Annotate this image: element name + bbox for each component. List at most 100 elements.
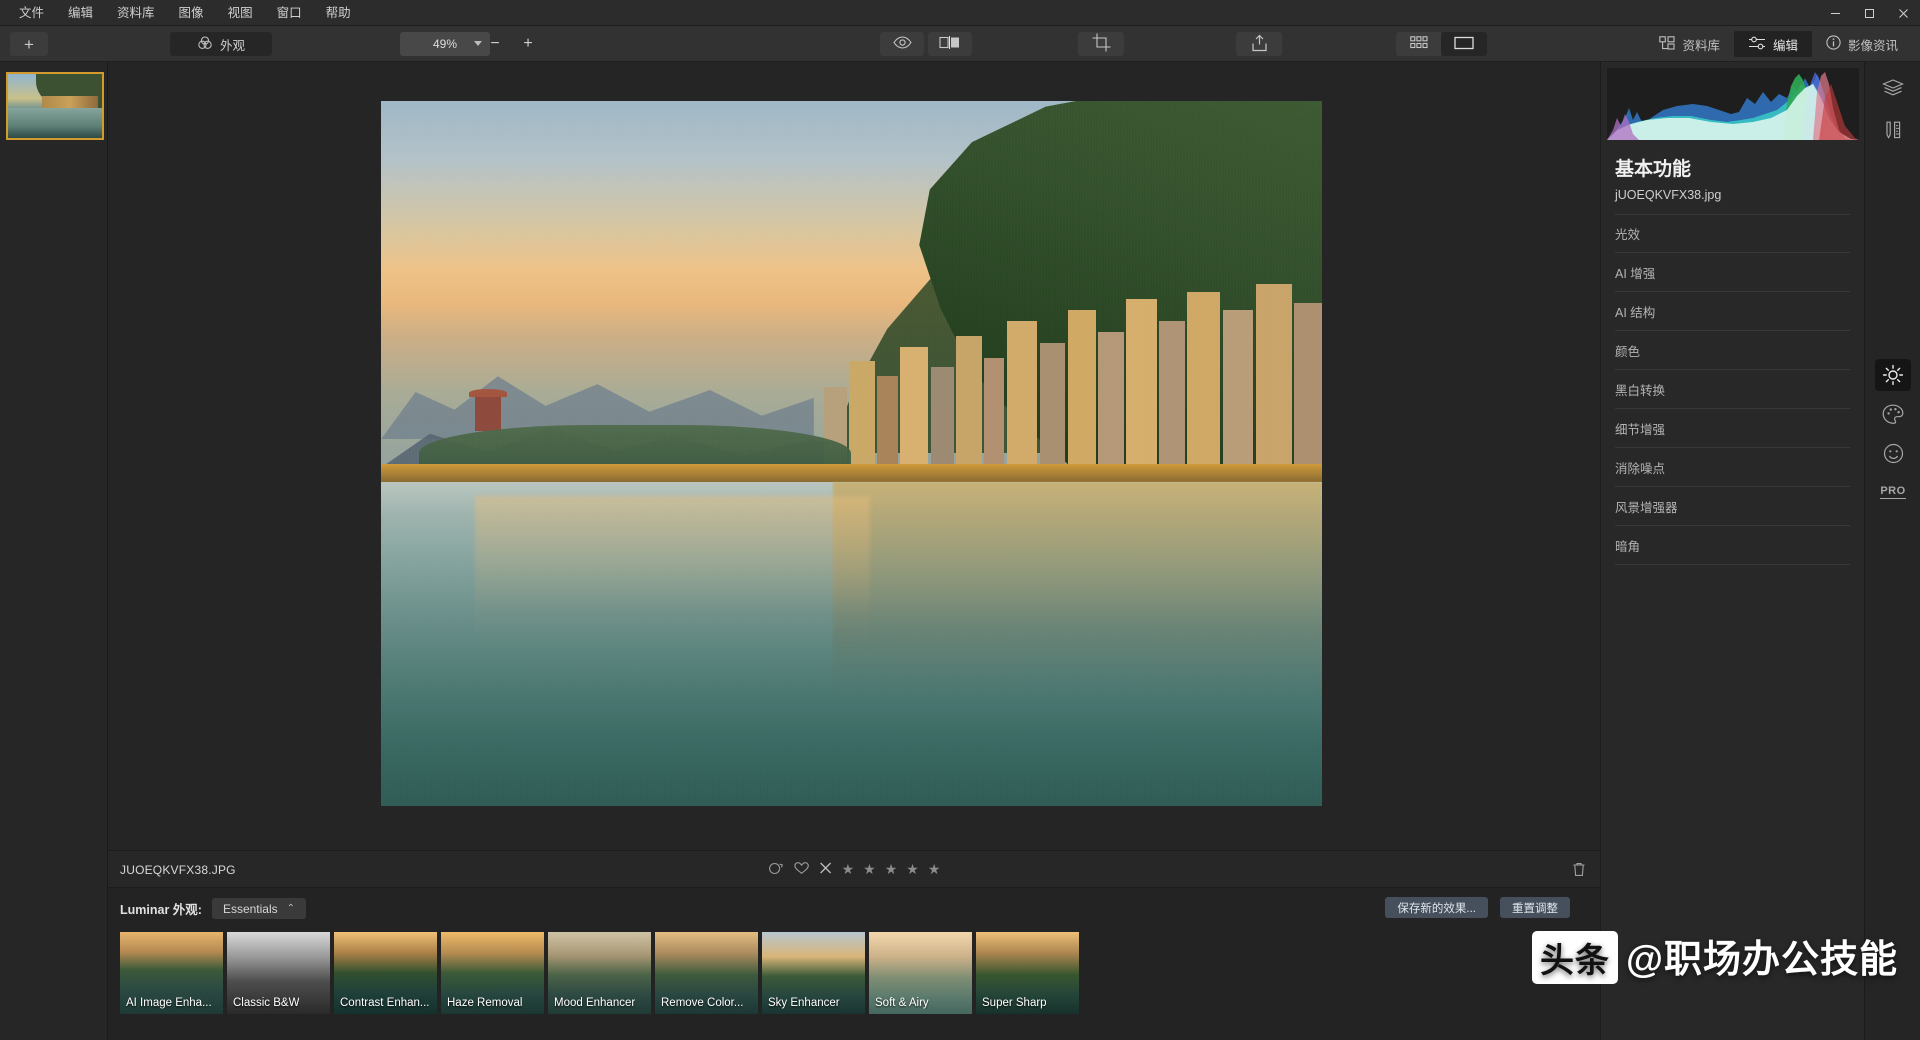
preset-item[interactable]: Soft & Airy <box>869 932 972 1014</box>
window-controls <box>1818 0 1920 26</box>
preset-label: Haze Removal <box>447 997 522 1009</box>
tab-edit-label: 编辑 <box>1773 35 1798 54</box>
menu-item-file[interactable]: 文件 <box>10 0 53 26</box>
menu-item-view[interactable]: 视图 <box>219 0 262 26</box>
section-landscape-enhancer[interactable]: 风景增强器 <box>1615 487 1850 526</box>
image-info-bar: JUOEQKVFX38.JPG ★ ★ ★ ★ <box>108 850 1600 888</box>
compare-split-button[interactable] <box>928 32 972 56</box>
tool-rail: PRO <box>1864 62 1920 1040</box>
edit-panel: 基本功能 jUOEQKVFX38.jpg 光效 AI 增强 AI 结构 颜色 黑… <box>1600 62 1864 1040</box>
sun-essentials-icon[interactable] <box>1875 359 1911 391</box>
single-view-button[interactable] <box>1441 32 1487 56</box>
rating-controls: ★ ★ ★ ★ ★ <box>768 861 941 878</box>
tab-image-info-label: 影像资讯 <box>1848 35 1898 54</box>
menu-bar: 文件 编辑 资料库 图像 视图 窗口 帮助 <box>0 0 1920 26</box>
section-light[interactable]: 光效 <box>1615 214 1850 253</box>
star-3[interactable]: ★ <box>885 861 898 878</box>
preset-label: Soft & Airy <box>875 997 929 1009</box>
preset-label: Sky Enhancer <box>768 997 840 1009</box>
menu-item-help[interactable]: 帮助 <box>317 0 360 26</box>
preset-item[interactable]: Super Sharp <box>976 932 1079 1014</box>
preset-label: Classic B&W <box>233 997 299 1009</box>
share-export-button[interactable] <box>1236 32 1282 56</box>
section-ai-structure[interactable]: AI 结构 <box>1615 292 1850 331</box>
color-circles-icon <box>197 35 213 54</box>
sliders-icon <box>1748 36 1766 53</box>
grid-view-button[interactable] <box>1396 32 1442 56</box>
canvas-area[interactable] <box>108 62 1600 850</box>
main-photo[interactable] <box>381 101 1322 806</box>
star-4[interactable]: ★ <box>906 861 919 878</box>
section-label: 光效 <box>1615 224 1640 243</box>
star-1[interactable]: ★ <box>842 861 855 878</box>
section-label: 颜色 <box>1615 341 1640 360</box>
preset-item[interactable]: Haze Removal <box>441 932 544 1014</box>
crop-button[interactable] <box>1078 32 1124 56</box>
maximize-button[interactable] <box>1852 0 1886 26</box>
preset-item[interactable]: Contrast Enhan... <box>334 932 437 1014</box>
pro-icon[interactable]: PRO <box>1875 476 1911 508</box>
save-new-look-button[interactable]: 保存新的效果... <box>1385 897 1488 918</box>
preset-item[interactable]: Remove Color... <box>655 932 758 1014</box>
star-2[interactable]: ★ <box>863 861 876 878</box>
preset-item[interactable]: Mood Enhancer <box>548 932 651 1014</box>
heart-icon[interactable] <box>794 861 810 878</box>
tab-image-info[interactable]: 影像资讯 <box>1812 31 1912 57</box>
histogram <box>1607 68 1859 140</box>
plus-icon: + <box>24 36 34 53</box>
tab-library-label: 资料库 <box>1682 35 1720 54</box>
preset-item[interactable]: Classic B&W <box>227 932 330 1014</box>
section-denoise[interactable]: 消除噪点 <box>1615 448 1850 487</box>
luminar-window: 文件 编辑 资料库 图像 视图 窗口 帮助 + <box>0 0 1920 1040</box>
menu-item-library[interactable]: 资料库 <box>108 0 164 26</box>
split-compare-icon <box>939 36 961 52</box>
current-filename: JUOEQKVFX38.JPG <box>120 863 236 877</box>
info-icon <box>1826 35 1841 53</box>
section-label: 风景增强器 <box>1615 497 1678 516</box>
section-label: AI 增强 <box>1615 263 1655 282</box>
section-vignette[interactable]: 暗角 <box>1615 526 1850 565</box>
watermark-handle: @职场办公技能 <box>1626 939 1898 981</box>
presets-category-value: Essentials <box>223 902 278 916</box>
palette-creative-icon[interactable] <box>1875 398 1911 430</box>
minimize-button[interactable] <box>1818 0 1852 26</box>
grid-view-icon <box>1410 36 1428 52</box>
menu-item-edit[interactable]: 编辑 <box>59 0 102 26</box>
tab-library[interactable]: 资料库 <box>1645 31 1734 57</box>
section-color[interactable]: 颜色 <box>1615 331 1850 370</box>
section-label: 消除噪点 <box>1615 458 1665 477</box>
layers-icon[interactable] <box>1875 72 1911 104</box>
preset-label: Super Sharp <box>982 997 1047 1009</box>
filmstrip-thumbnail[interactable] <box>6 72 104 140</box>
menu-item-image[interactable]: 图像 <box>170 0 213 26</box>
rotate-icon[interactable] <box>768 861 785 878</box>
menu-item-window[interactable]: 窗口 <box>268 0 311 26</box>
face-portrait-icon[interactable] <box>1875 437 1911 469</box>
main-toolbar: + 外观 49% − + <box>0 26 1920 62</box>
preset-item[interactable]: AI Image Enha... <box>120 932 223 1014</box>
close-button[interactable] <box>1886 0 1920 26</box>
reset-adjustments-button[interactable]: 重置调整 <box>1500 897 1570 918</box>
zoom-out-button[interactable]: − <box>482 32 508 56</box>
presets-actions: 保存新的效果... 重置调整 <box>1385 897 1570 918</box>
star-5[interactable]: ★ <box>928 861 941 878</box>
section-label: 细节增强 <box>1615 419 1665 438</box>
presets-category-dropdown[interactable]: Essentials ⌃ <box>212 898 306 919</box>
zoom-in-button[interactable]: + <box>515 32 541 56</box>
section-label: AI 结构 <box>1615 302 1655 321</box>
section-details[interactable]: 细节增强 <box>1615 409 1850 448</box>
pro-label: PRO <box>1880 485 1905 499</box>
tools-icon[interactable] <box>1875 114 1911 146</box>
add-image-button[interactable]: + <box>10 32 48 56</box>
tab-edit[interactable]: 编辑 <box>1734 31 1812 57</box>
zoom-level-select[interactable]: 49% <box>400 32 490 56</box>
trash-icon[interactable] <box>1572 862 1586 882</box>
preset-item[interactable]: Sky Enhancer <box>762 932 865 1014</box>
zoom-level-value: 49% <box>433 37 457 51</box>
zoom-in-icon: + <box>523 35 532 53</box>
section-bw-conversion[interactable]: 黑白转换 <box>1615 370 1850 409</box>
preview-toggle-button[interactable] <box>880 32 924 56</box>
looks-button[interactable]: 外观 <box>170 32 272 56</box>
section-ai-enhance[interactable]: AI 增强 <box>1615 253 1850 292</box>
reject-x-icon[interactable] <box>819 861 833 878</box>
